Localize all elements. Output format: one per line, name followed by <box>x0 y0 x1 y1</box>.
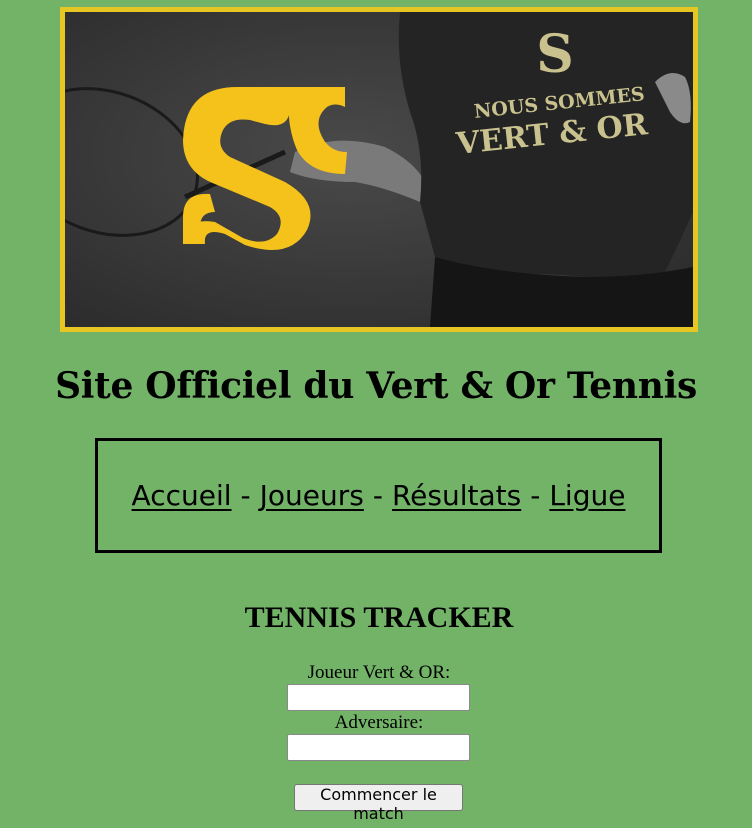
player-label: Joueur Vert & OR: <box>307 662 451 683</box>
banner-image: S NOUS SOMMES VERT & OR <box>65 12 693 327</box>
nav-separator: - <box>372 479 383 512</box>
nav-link-accueil[interactable]: Accueil <box>132 479 232 512</box>
nav-link-resultats[interactable]: Résultats <box>392 479 521 512</box>
nav-separator: - <box>240 479 251 512</box>
player-input[interactable] <box>287 684 470 711</box>
nav-link-ligue[interactable]: Ligue <box>549 479 625 512</box>
start-match-button[interactable]: Commencer le match <box>294 784 463 823</box>
header-banner: S NOUS SOMMES VERT & OR <box>60 7 698 332</box>
site-title: Site Officiel du Vert & Or Tennis <box>55 365 697 407</box>
nav-separator: - <box>530 479 541 512</box>
shirt-logo-s: S <box>536 24 574 85</box>
tracker-title: TENNIS TRACKER <box>244 601 514 634</box>
nav-link-joueurs[interactable]: Joueurs <box>260 479 364 512</box>
opponent-input[interactable] <box>287 734 470 761</box>
main-nav: Accueil - Joueurs - Résultats - Ligue <box>95 438 662 553</box>
opponent-label: Adversaire: <box>334 712 424 733</box>
